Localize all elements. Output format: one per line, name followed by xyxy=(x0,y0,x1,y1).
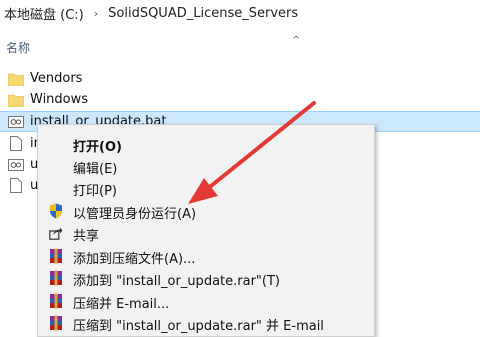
file-row-vendors[interactable]: Vendors xyxy=(0,68,480,89)
file-name: Vendors xyxy=(30,71,83,86)
column-header: 名称 ^ xyxy=(0,35,480,58)
winrar-icon xyxy=(48,315,64,331)
menu-item-label: 压缩并 E-mail... xyxy=(73,297,170,312)
folder-icon xyxy=(8,92,24,108)
menu-item-label: 共享 xyxy=(73,229,100,244)
sort-ascending-icon: ^ xyxy=(292,35,301,46)
menu-item-label: 压缩到 "install_or_update.rar" 并 E-mail xyxy=(73,319,324,334)
breadcrumb-item-drive[interactable]: 本地磁盘 (C:) xyxy=(0,4,88,23)
batch-file-icon xyxy=(8,157,24,173)
share-icon xyxy=(48,225,64,241)
menu-item-label: 打开(O) xyxy=(73,140,122,155)
breadcrumb-item-folder[interactable]: SolidSQUAD_License_Servers xyxy=(104,6,302,21)
menu-item-edit[interactable]: 编辑(E) xyxy=(38,154,374,178)
winrar-icon xyxy=(48,293,64,309)
menu-item-print[interactable]: 打印(P) xyxy=(38,176,374,200)
winrar-icon xyxy=(48,248,64,264)
breadcrumb: 本地磁盘 (C:) › SolidSQUAD_License_Servers xyxy=(0,0,480,26)
menu-item-label: 编辑(E) xyxy=(73,162,118,177)
folder-icon xyxy=(8,71,24,87)
breadcrumb-separator-icon[interactable]: › xyxy=(88,7,104,20)
file-icon xyxy=(8,178,24,194)
menu-item-add-to-archive[interactable]: 添加到压缩文件(A)... xyxy=(38,244,374,268)
batch-file-icon xyxy=(8,114,24,130)
menu-item-compress-to-rar-email[interactable]: 压缩到 "install_or_update.rar" 并 E-mail xyxy=(38,311,374,335)
menu-item-label: 打印(P) xyxy=(73,184,117,199)
menu-item-open[interactable]: 打开(O) xyxy=(38,132,374,156)
menu-item-share[interactable]: 共享 xyxy=(38,221,374,245)
column-header-name[interactable]: 名称 xyxy=(6,39,30,56)
file-row-windows[interactable]: Windows xyxy=(0,89,480,110)
file-icon xyxy=(8,136,24,152)
context-menu: 打开(O) 编辑(E) 打印(P) 以管理员身份运行(A) 共享 添加到压缩文件… xyxy=(37,124,375,337)
menu-item-add-to-rar[interactable]: 添加到 "install_or_update.rar"(T) xyxy=(38,266,374,290)
winrar-icon xyxy=(48,270,64,286)
menu-item-compress-email[interactable]: 压缩并 E-mail... xyxy=(38,289,374,313)
menu-item-run-as-admin[interactable]: 以管理员身份运行(A) xyxy=(38,199,374,223)
menu-item-label: 添加到压缩文件(A)... xyxy=(73,252,196,267)
menu-item-label: 以管理员身份运行(A) xyxy=(73,207,197,222)
uac-shield-icon xyxy=(48,203,64,219)
menu-item-label: 添加到 "install_or_update.rar"(T) xyxy=(73,274,280,289)
file-name: Windows xyxy=(30,92,89,107)
